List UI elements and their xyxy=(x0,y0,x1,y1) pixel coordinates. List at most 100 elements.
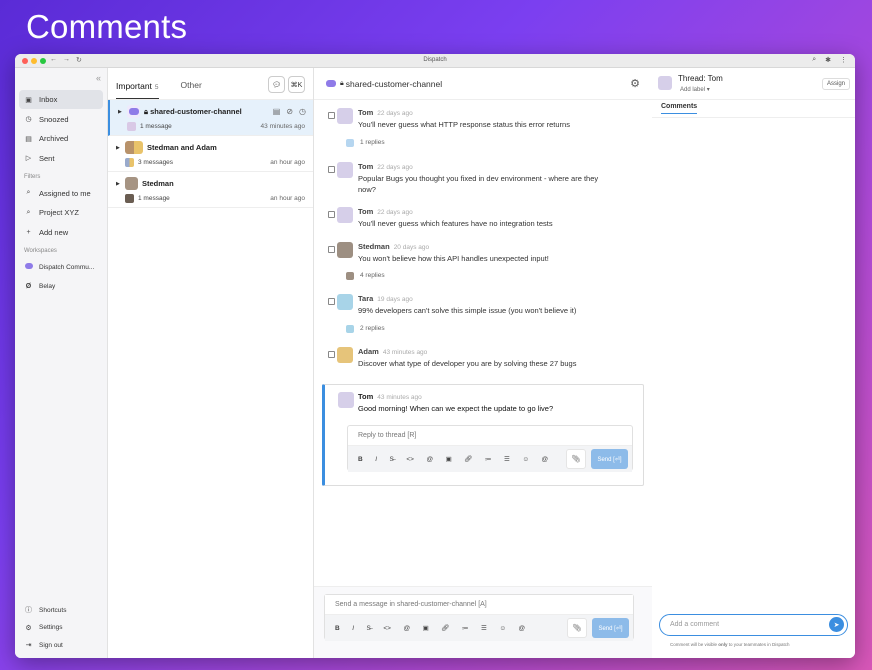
bold-icon[interactable]: B xyxy=(358,456,363,463)
discord-icon xyxy=(24,263,33,271)
numbered-list-icon[interactable]: ≔ xyxy=(462,624,469,632)
shortcuts-link[interactable]: ⓘ Shortcuts xyxy=(19,602,103,619)
avatar xyxy=(125,177,138,190)
sidebar-item-archived[interactable]: ▤ Archived xyxy=(19,129,103,148)
attach-icon[interactable]: 📎︎ xyxy=(566,449,586,469)
tab-other[interactable]: Other xyxy=(181,80,202,99)
workspace-label: Dispatch Commu... xyxy=(39,263,95,271)
list-item[interactable]: ▶ Stedman 1 message an hour ago xyxy=(108,172,313,208)
add-label-text: Add label xyxy=(680,87,706,93)
search-icon: ⌕ xyxy=(26,208,31,216)
bold-icon[interactable]: B xyxy=(335,625,340,632)
replies-link[interactable]: 4 replies xyxy=(314,267,652,285)
attach-icon[interactable]: 📎︎ xyxy=(567,618,587,638)
mute-icon[interactable]: ⊘ xyxy=(286,107,293,116)
snooze-clock-icon[interactable]: ◷ xyxy=(299,107,306,116)
author-name: Stedman xyxy=(358,242,390,251)
thread-reply-input[interactable]: Reply to thread [R] xyxy=(348,426,632,446)
avatar xyxy=(346,272,354,280)
conversation-name-text: shared-customer-channel xyxy=(150,107,242,116)
strikethrough-icon[interactable]: S̶ xyxy=(390,456,394,463)
new-message-button[interactable]: 💬︎ xyxy=(268,76,285,93)
sign-out-link[interactable]: ⇥ Sign out xyxy=(19,637,103,654)
send-comment-icon[interactable]: ➤ xyxy=(829,617,844,632)
discord-icon xyxy=(127,105,140,118)
message[interactable]: Tom 22 days ago Popular Bugs you thought … xyxy=(314,162,652,200)
assign-button[interactable]: Assign xyxy=(821,78,850,90)
at-icon[interactable]: @ xyxy=(518,625,525,632)
message-text: You won't believe how this API handles u… xyxy=(358,254,549,263)
avatar xyxy=(338,392,354,408)
numbered-list-icon[interactable]: ≔ xyxy=(485,455,492,463)
more-menu-icon[interactable]: ⋮ xyxy=(840,56,847,64)
archive-checkbox-icon[interactable] xyxy=(328,211,335,218)
italic-icon[interactable]: I xyxy=(375,456,377,463)
sidebar-item-sent[interactable]: ▷ Sent xyxy=(19,149,103,168)
replies-link[interactable]: 2 replies xyxy=(314,320,652,338)
list-item[interactable]: ▶ Stedman and Adam 3 messages an hour ag… xyxy=(108,136,313,172)
archive-checkbox-icon[interactable] xyxy=(328,166,335,173)
filter-project-xyz[interactable]: ⌕ Project XYZ xyxy=(19,203,103,222)
message[interactable]: Adam 43 minutes ago Discover what type of… xyxy=(314,347,652,369)
message-time: 43 minutes ago xyxy=(382,349,428,356)
send-message-button[interactable]: Send [⏎] xyxy=(592,618,629,638)
mention-icon[interactable]: @ xyxy=(403,625,410,632)
avatar xyxy=(658,76,672,90)
message-input[interactable]: Send a message in shared-customer-channe… xyxy=(325,595,633,615)
code-block-icon[interactable]: ▣ xyxy=(446,455,452,463)
mention-icon[interactable]: @ xyxy=(426,456,433,463)
emoji-icon[interactable]: ☺ xyxy=(499,625,506,632)
add-label-button[interactable]: Add label ▾ xyxy=(680,86,710,93)
bullet-list-icon[interactable]: ☰ xyxy=(481,624,487,632)
archive-icon[interactable]: ▤ xyxy=(273,107,281,116)
app-window: ← → ↻ Dispatch ⌕ ✱ ⋮ « ▣ Inbox ◷ Snoozed xyxy=(15,54,855,658)
add-filter-button[interactable]: + Add new xyxy=(19,223,103,242)
channel-settings-gear-icon[interactable]: ⚙ xyxy=(630,77,640,90)
code-icon[interactable]: <> xyxy=(406,456,414,463)
message[interactable]: Stedman 20 days ago You won't believe how… xyxy=(314,242,652,264)
workspace-belay[interactable]: Ø Belay xyxy=(19,277,103,296)
send-reply-button[interactable]: Send [⏎] xyxy=(591,449,628,469)
filter-assigned-to-me[interactable]: ⌕ Assigned to me xyxy=(19,184,103,203)
message[interactable]: Tom 22 days ago You'll never guess what H… xyxy=(314,108,652,130)
strikethrough-icon[interactable]: S̶ xyxy=(367,625,371,632)
expand-arrow-icon[interactable]: ▶ xyxy=(116,145,120,151)
message[interactable]: Tara 19 days ago 99% developers can't sol… xyxy=(314,294,652,316)
message-text: Discover what type of developer you are … xyxy=(358,359,577,368)
conversation-name: 🔒︎ shared-customer-channel xyxy=(144,107,242,116)
archive-checkbox-icon[interactable] xyxy=(328,246,335,253)
zoom-icon[interactable]: ⌕ xyxy=(812,56,816,64)
code-block-icon[interactable]: ▣ xyxy=(423,624,429,632)
archive-checkbox-icon[interactable] xyxy=(328,298,335,305)
author-name: Adam xyxy=(358,347,379,356)
replies-link[interactable]: 1 replies xyxy=(314,134,652,152)
command-palette-button[interactable]: ⌘K xyxy=(288,76,305,93)
tab-important[interactable]: Important 5 xyxy=(116,81,159,99)
expand-arrow-icon[interactable]: ▶ xyxy=(118,109,122,115)
bullet-list-icon[interactable]: ☰ xyxy=(504,455,510,463)
note-text: Comment will be visible xyxy=(670,642,719,647)
archive-checkbox-icon[interactable] xyxy=(328,112,335,119)
list-item[interactable]: ▶ 🔒︎ shared-customer-channel ▤ ⊘ ◷ 1 mes… xyxy=(108,100,313,136)
settings-link[interactable]: ⚙ Settings xyxy=(19,619,103,636)
message[interactable]: Tom 22 days ago You'll never guess which … xyxy=(314,207,652,231)
emoji-icon[interactable]: ☺ xyxy=(522,456,529,463)
sidebar-item-inbox[interactable]: ▣ Inbox xyxy=(19,90,103,109)
message-pane: 🔒︎ shared-customer-channel ⚙ Tom 22 days … xyxy=(314,68,652,658)
sidebar-item-snoozed[interactable]: ◷ Snoozed xyxy=(19,110,103,129)
code-icon[interactable]: <> xyxy=(383,625,391,632)
conversation-name: Stedman and Adam xyxy=(147,143,217,152)
link-icon[interactable]: 🔗︎ xyxy=(464,455,472,463)
archive-checkbox-icon[interactable] xyxy=(328,351,335,358)
extensions-icon[interactable]: ✱ xyxy=(825,56,831,64)
comment-input[interactable]: Add a comment ➤ xyxy=(659,614,848,636)
selected-thread[interactable]: Tom 43 minutes ago Good morning! When can… xyxy=(322,384,644,486)
link-icon[interactable]: 🔗︎ xyxy=(441,624,449,632)
workspace-dispatch-community[interactable]: Dispatch Commu... xyxy=(19,258,103,277)
belay-logo-icon: Ø xyxy=(25,283,32,290)
tab-comments[interactable]: Comments xyxy=(661,103,698,114)
collapse-sidebar-icon[interactable]: « xyxy=(96,73,101,83)
italic-icon[interactable]: I xyxy=(352,625,354,632)
expand-arrow-icon[interactable]: ▶ xyxy=(116,181,120,187)
at-icon[interactable]: @ xyxy=(541,456,548,463)
